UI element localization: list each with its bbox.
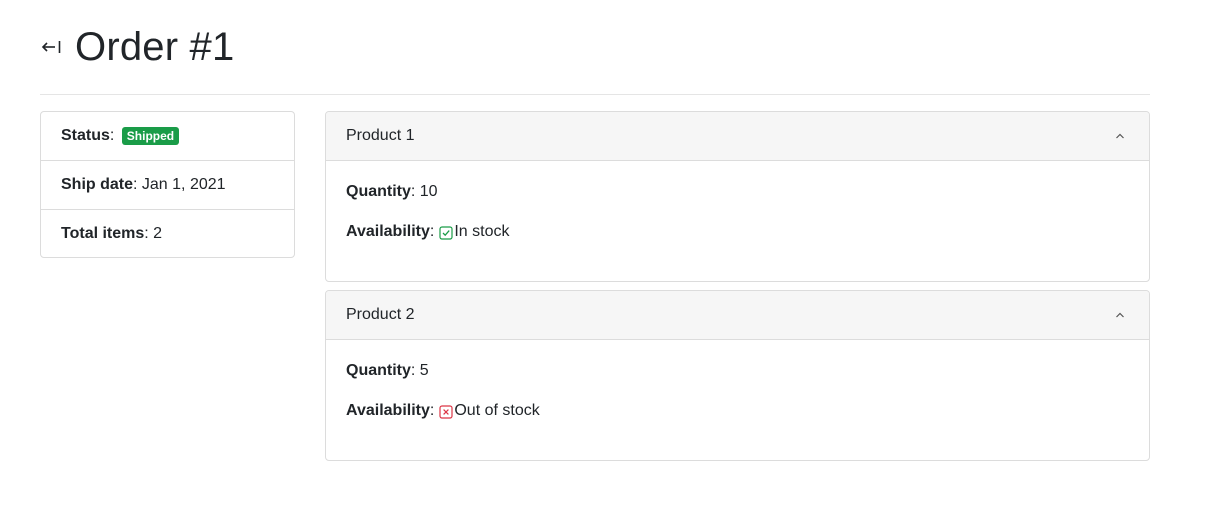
product-card-body: Quantity: 5 Availability: Out of stock — [326, 340, 1149, 422]
header-divider — [40, 94, 1150, 95]
availability-value: In stock — [454, 223, 510, 240]
back-arrow-icon — [40, 39, 62, 55]
page-title: Order #1 — [75, 25, 235, 69]
product-name: Product 1 — [346, 127, 415, 144]
ship-date-value: Jan 1, 2021 — [141, 176, 226, 193]
quantity-label: Quantity — [346, 183, 411, 200]
total-items-row: Total items: 2 — [61, 224, 163, 242]
total-items-value: 2 — [153, 224, 163, 242]
product-name: Product 2 — [346, 306, 415, 323]
product-card-body: Quantity: 10 Availability: In stock — [326, 161, 1149, 243]
quantity-line: Quantity: 5 — [346, 360, 1129, 382]
check-square-icon — [439, 226, 453, 240]
ship-date-label: Ship date — [61, 176, 134, 193]
chevron-up-icon[interactable] — [1113, 308, 1127, 322]
x-square-icon — [439, 405, 453, 419]
product-card: Product 2 Quantity: 5 Availability: Out … — [325, 290, 1150, 461]
status-row: Status: Shipped — [41, 112, 294, 161]
back-button[interactable] — [40, 22, 66, 72]
product-card-header[interactable]: Product 2 — [326, 291, 1149, 340]
ship-date-row: Ship date: Jan 1, 2021 — [41, 161, 294, 210]
availability-label: Availability — [346, 223, 430, 240]
chevron-up-icon[interactable] — [1113, 129, 1127, 143]
availability-line: Availability: Out of stock — [346, 400, 1129, 422]
total-items-label: Total items — [61, 224, 145, 242]
quantity-line: Quantity: 10 — [346, 181, 1129, 203]
quantity-value: 5 — [419, 362, 429, 379]
quantity-value: 10 — [419, 183, 438, 200]
status-label: Status — [61, 127, 110, 144]
availability-line: Availability: In stock — [346, 221, 1129, 243]
availability-label: Availability — [346, 402, 430, 419]
status-badge: Shipped — [121, 127, 180, 145]
order-summary-card: Status: Shipped Ship date: Jan 1, 2021 T… — [40, 111, 295, 258]
product-card-header[interactable]: Product 1 — [326, 112, 1149, 161]
product-card: Product 1 Quantity: 10 Availability: In … — [325, 111, 1150, 282]
quantity-label: Quantity — [346, 362, 411, 379]
page-header: Order #1 — [40, 22, 234, 72]
availability-value: Out of stock — [454, 402, 540, 419]
